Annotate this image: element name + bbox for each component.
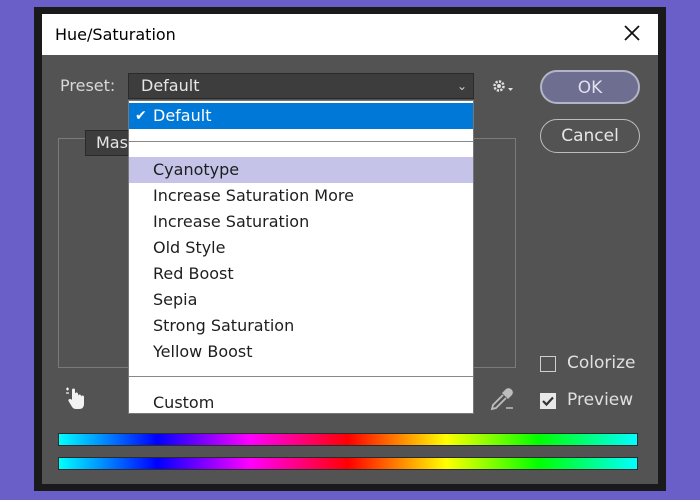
dropdown-item-custom[interactable]: Custom <box>129 390 473 416</box>
dropdown-item-increase-saturation[interactable]: Increase Saturation <box>129 209 473 235</box>
dropdown-item-label: Red Boost <box>153 264 234 283</box>
preview-label: Preview <box>567 390 634 410</box>
colorize-box[interactable] <box>540 356 556 372</box>
dropdown-item-label: Old Style <box>153 238 226 257</box>
dropdown-item-yellow-boost[interactable]: Yellow Boost <box>129 339 473 365</box>
preview-box[interactable] <box>540 393 556 409</box>
dropdown-item-sepia[interactable]: Sepia <box>129 287 473 313</box>
dropdown-item-label: Default <box>153 106 212 125</box>
preset-dropdown-list: ✔ Default Cyanotype Increase Saturation … <box>128 100 474 414</box>
dropdown-item-label: Custom <box>153 393 215 412</box>
gear-icon <box>493 80 513 92</box>
dropdown-item-red-boost[interactable]: Red Boost <box>129 261 473 287</box>
window-title: Hue/Saturation <box>55 25 176 44</box>
colorize-label: Colorize <box>567 353 636 373</box>
dropdown-divider <box>129 376 473 377</box>
dropdown-item-label: Cyanotype <box>153 160 240 179</box>
ok-button[interactable]: OK <box>540 70 640 104</box>
dropdown-item-strong-saturation[interactable]: Strong Saturation <box>129 313 473 339</box>
hue-spectrum-bar-top <box>58 433 638 446</box>
dropdown-item-cyanotype[interactable]: Cyanotype <box>129 157 473 183</box>
close-button[interactable] <box>620 21 644 45</box>
dropdown-item-label: Strong Saturation <box>153 316 295 335</box>
dropdown-item-old-style[interactable]: Old Style <box>129 235 473 261</box>
dropdown-item-label: Increase Saturation More <box>153 186 354 205</box>
checkmark-icon <box>542 396 554 407</box>
preset-label: Preset: <box>60 76 116 95</box>
preset-selected-value: Default <box>141 76 200 95</box>
targeted-adjustment-tool[interactable] <box>64 385 88 413</box>
dropdown-divider <box>129 141 473 142</box>
eyedropper-tool[interactable] <box>489 386 515 412</box>
dropdown-item-label: Increase Saturation <box>153 212 310 231</box>
dropdown-item-label: Sepia <box>153 290 198 309</box>
dropdown-item-label: Yellow Boost <box>153 342 253 361</box>
hand-icon <box>66 387 84 409</box>
title-bar: Hue/Saturation <box>42 14 658 55</box>
chevron-down-icon: ⌄ <box>456 79 467 93</box>
cancel-button[interactable]: Cancel <box>540 119 640 153</box>
checkmark-icon: ✔ <box>135 108 147 124</box>
hue-spectrum-bar-bottom <box>58 457 638 470</box>
dropdown-item-increase-saturation-more[interactable]: Increase Saturation More <box>129 183 473 209</box>
preset-select[interactable]: Default ⌄ <box>128 73 474 99</box>
close-icon <box>624 25 640 41</box>
preset-options-button[interactable] <box>490 76 516 98</box>
eyedropper-icon <box>490 388 513 411</box>
dropdown-item-default[interactable]: ✔ Default <box>129 103 473 129</box>
